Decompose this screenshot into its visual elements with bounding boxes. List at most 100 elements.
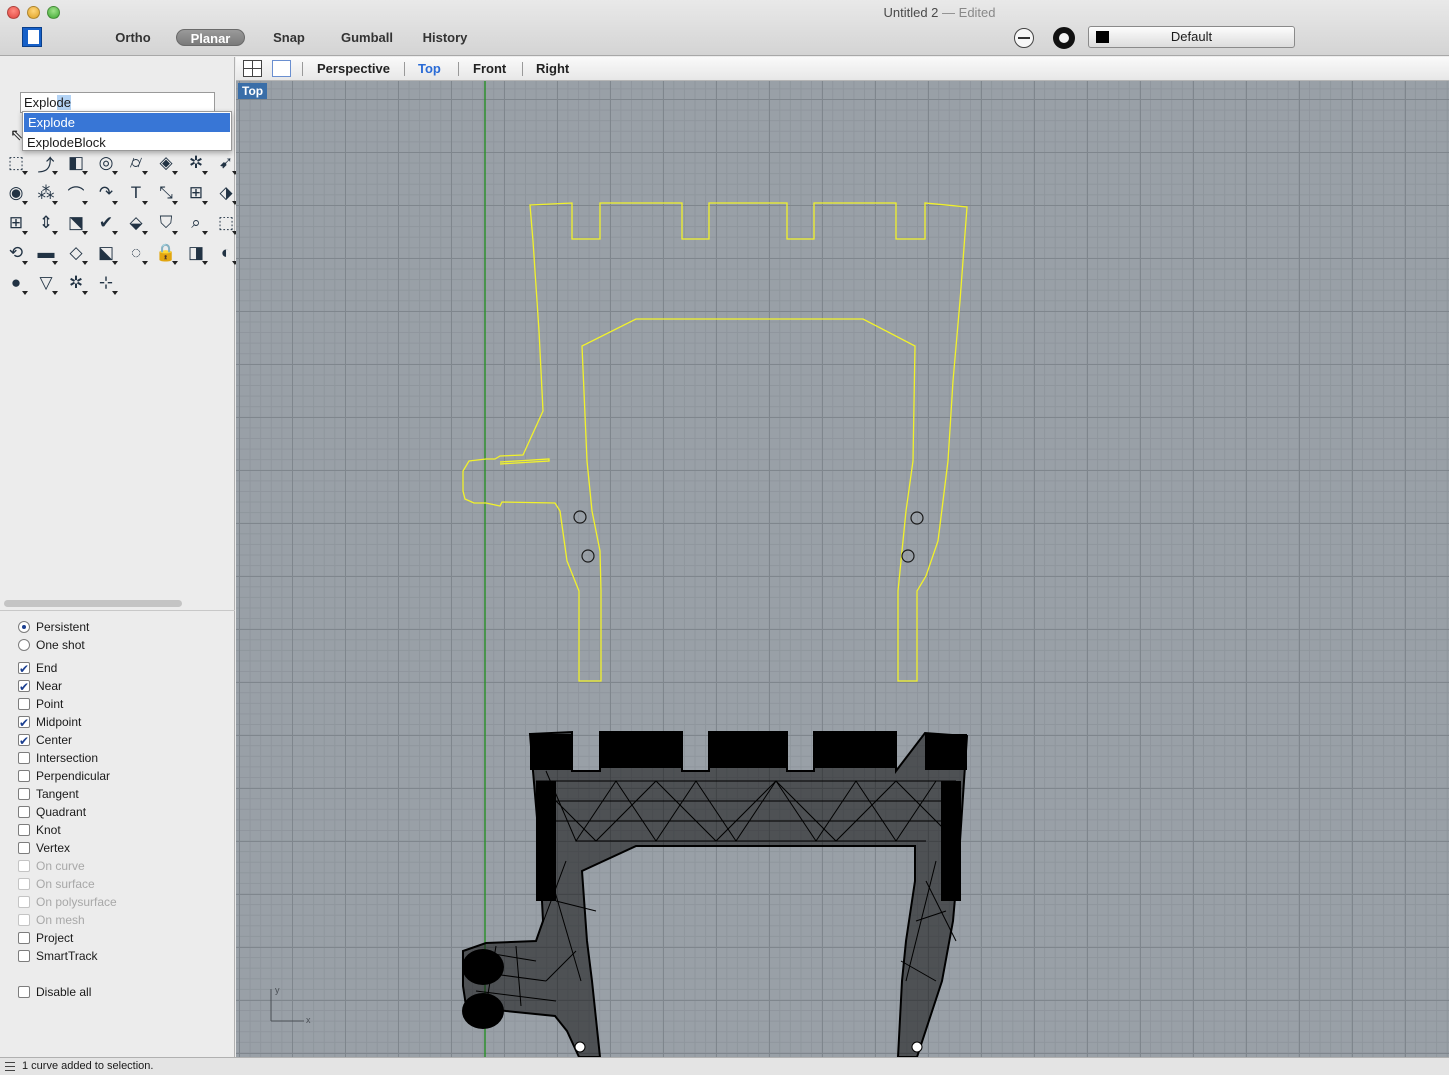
flyout-indicator: [112, 291, 118, 295]
osnap-intersection[interactable]: Intersection: [18, 749, 98, 767]
osnap-vertex[interactable]: Vertex: [18, 839, 70, 857]
tab-perspective[interactable]: Perspective: [317, 61, 390, 76]
osnap-label: On curve: [36, 859, 85, 873]
top-viewport[interactable]: y x Top: [236, 81, 1449, 1057]
osnap-label: Quadrant: [36, 805, 87, 819]
osnap-tangent[interactable]: Tangent: [18, 785, 79, 803]
osnap-mode-persistent[interactable]: Persistent: [18, 618, 89, 636]
osnap-near[interactable]: Near: [18, 677, 62, 696]
tab-top[interactable]: Top: [418, 61, 441, 76]
osnap-disable-all[interactable]: Disable all: [18, 983, 91, 1001]
history-button[interactable]: History: [414, 29, 476, 46]
checkbox[interactable]: [18, 787, 30, 800]
checkbox[interactable]: [18, 751, 30, 764]
checkbox[interactable]: [18, 678, 30, 696]
viewport-canvas[interactable]: y x: [236, 81, 1449, 1057]
flyout-indicator: [82, 291, 88, 295]
surface-tools-icon[interactable]: ◈: [153, 150, 179, 176]
checkbox[interactable]: [18, 985, 30, 998]
cylinder-icon[interactable]: ⌭: [123, 150, 149, 176]
mesh-wireframe[interactable]: [462, 730, 969, 1057]
boolean-icon[interactable]: ◎: [93, 150, 119, 176]
check-icon[interactable]: ✔: [93, 210, 119, 236]
checkbox[interactable]: [18, 949, 30, 962]
fillet-icon[interactable]: ◉: [3, 180, 29, 206]
palette-scrollbar[interactable]: [4, 600, 182, 607]
command-history-icon[interactable]: [5, 1062, 15, 1071]
osnap-project[interactable]: Project: [18, 929, 73, 947]
viewport-title[interactable]: Top: [238, 83, 268, 99]
snap-button[interactable]: Snap: [265, 29, 313, 46]
tab-front[interactable]: Front: [473, 61, 506, 76]
gear-icon[interactable]: ✲: [183, 150, 209, 176]
transform-icon[interactable]: ⬚: [3, 150, 29, 176]
checkbox[interactable]: [18, 697, 30, 710]
curve-blend-icon[interactable]: ↷: [93, 180, 119, 206]
render-icon[interactable]: ◨: [183, 240, 209, 266]
layer-color-swatch: [1096, 31, 1109, 43]
move-icon[interactable]: ⇕: [33, 210, 59, 236]
selected-curve[interactable]: [462, 202, 968, 682]
ortho-button[interactable]: Ortho: [108, 29, 158, 46]
osnap-midpoint[interactable]: Midpoint: [18, 713, 81, 732]
tab-right[interactable]: Right: [536, 61, 569, 76]
layer-dropdown[interactable]: Default: [1088, 26, 1295, 48]
osnap-point[interactable]: Point: [18, 695, 63, 713]
checkbox[interactable]: [18, 769, 30, 782]
checkbox[interactable]: [18, 841, 30, 854]
light-icon[interactable]: ◌: [123, 240, 149, 266]
radio-button[interactable]: [18, 620, 30, 633]
grid-icon[interactable]: ⊞: [3, 210, 29, 236]
sidebar-toggle-icon[interactable]: [22, 27, 42, 47]
autocomplete-item-explodeblock[interactable]: ExplodeBlock: [23, 133, 231, 152]
car-icon[interactable]: ▬: [33, 240, 59, 266]
autocomplete-item-explode[interactable]: Explode: [24, 113, 230, 132]
text-icon[interactable]: T: [123, 180, 149, 206]
sphere-icon[interactable]: ●: [3, 270, 29, 296]
planar-button[interactable]: Planar: [176, 29, 245, 46]
flyout-indicator: [82, 231, 88, 235]
osnap-center[interactable]: Center: [18, 731, 72, 750]
checkbox[interactable]: [18, 823, 30, 836]
osnap-perpendicular[interactable]: Perpendicular: [18, 767, 110, 785]
scale-icon[interactable]: ⤡: [153, 180, 179, 206]
layer-icon[interactable]: ⬕: [93, 240, 119, 266]
shade-icon[interactable]: ⬙: [123, 210, 149, 236]
osnap-toggle-icon[interactable]: [1014, 28, 1034, 48]
flyout-indicator: [82, 201, 88, 205]
four-viewport-layout-icon[interactable]: [243, 60, 262, 77]
command-autocomplete-list: Explode ExplodeBlock: [22, 111, 232, 151]
plane-icon[interactable]: ◇: [63, 240, 89, 266]
extrude-icon[interactable]: ⬔: [63, 210, 89, 236]
osnap-mode-one-shot[interactable]: One shot: [18, 636, 85, 654]
arc-icon[interactable]: ⌒: [63, 180, 89, 206]
osnap-knot[interactable]: Knot: [18, 821, 61, 839]
command-input[interactable]: Explode: [20, 92, 215, 113]
cone-icon[interactable]: ▽: [33, 270, 59, 296]
single-viewport-layout-icon[interactable]: [272, 60, 291, 77]
curve-tools-icon[interactable]: ⤴: [33, 150, 59, 176]
cplane-icon[interactable]: ⊹: [93, 270, 119, 296]
command-autocomplete-text: de: [56, 95, 71, 110]
checkbox[interactable]: [18, 660, 30, 678]
palette-scroll-track: [0, 610, 235, 611]
checkbox[interactable]: [18, 732, 30, 750]
checkbox[interactable]: [18, 805, 30, 818]
lock-icon[interactable]: 🔒: [153, 240, 179, 266]
radio-button[interactable]: [18, 638, 30, 651]
flyout-indicator: [22, 171, 28, 175]
paint-bucket-icon[interactable]: ⛉: [153, 210, 179, 236]
checkbox[interactable]: [18, 931, 30, 944]
zoom-icon[interactable]: ⌕: [183, 210, 209, 236]
object-snap-icon[interactable]: ⁂: [33, 180, 59, 206]
checkbox[interactable]: [18, 714, 30, 732]
osnap-smarttrack[interactable]: SmartTrack: [18, 947, 98, 965]
osnap-quadrant[interactable]: Quadrant: [18, 803, 86, 821]
osnap-end[interactable]: End: [18, 659, 57, 678]
gumball-button[interactable]: Gumball: [333, 29, 401, 46]
solid-box-icon[interactable]: ◧: [63, 150, 89, 176]
rotate-view-icon[interactable]: ⟲: [3, 240, 29, 266]
gear-small-icon[interactable]: ✲: [63, 270, 89, 296]
record-history-icon[interactable]: [1053, 27, 1075, 49]
array-icon[interactable]: ⊞: [183, 180, 209, 206]
